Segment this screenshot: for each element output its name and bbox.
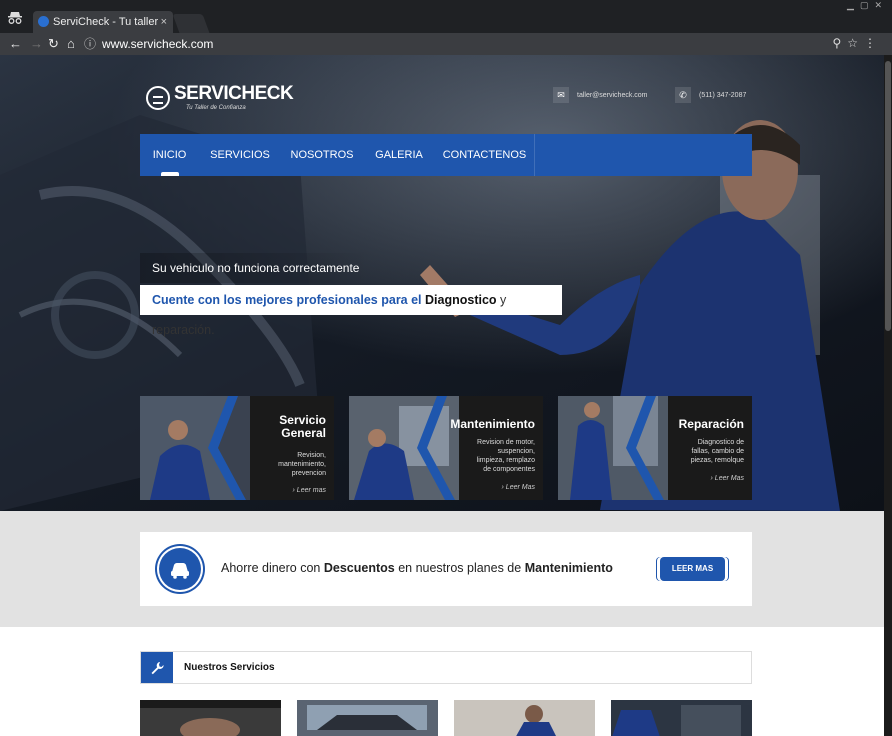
promo-text-b: Descuentos (323, 561, 395, 575)
reload-icon[interactable]: ↻ (48, 36, 59, 52)
card-description: Revision de motor, suspencion, limpieza, r… (477, 438, 535, 474)
url-text: www.servicheck.com (102, 37, 214, 51)
envelope-icon: ✉ (553, 87, 569, 103)
site-info-icon[interactable]: ⓘ (84, 37, 96, 51)
card-title: Servicio General (279, 414, 326, 440)
window-controls[interactable]: ▁▢✕ (847, 0, 888, 12)
back-icon[interactable]: ← (9, 36, 22, 52)
phone-icon: ✆ (675, 87, 691, 103)
hero-subheadline-b: Diagnostico (425, 293, 497, 307)
service-thumbnail[interactable] (611, 700, 752, 736)
page-scrollbar[interactable] (884, 55, 892, 736)
browser-tab[interactable]: ServiCheck - Tu taller × (33, 11, 173, 33)
nav-inicio[interactable]: INICIO (140, 134, 199, 176)
incognito-icon (6, 11, 24, 25)
favicon-icon (38, 16, 49, 27)
service-thumbnail[interactable] (454, 700, 595, 736)
bookmark-star-icon[interactable]: ☆ (847, 36, 864, 50)
browser-toolbar: ← → ↻ ⌂ ⓘ www.servicheck.com ⚲☆⋮ (0, 33, 892, 55)
promo-band: Ahorre dinero con Descuentos en nuestros… (0, 511, 884, 627)
contact-phone[interactable]: ✆ (511) 347-2087 (675, 87, 746, 104)
leer-mas-button[interactable]: LEER MAS (660, 557, 725, 581)
service-thumbnail[interactable] (140, 700, 281, 736)
card-description: Revision, mantenimiento, prevencion (278, 451, 326, 478)
promo-text-a: Ahorre dinero con (221, 561, 321, 575)
maximize-icon[interactable]: ▢ (860, 0, 875, 10)
tab-close-icon[interactable]: × (161, 11, 167, 33)
nav-active-indicator (161, 172, 179, 176)
contact-email[interactable]: ✉ taller@servicheck.com (553, 87, 648, 104)
steering-wheel-icon (146, 86, 170, 110)
desc-line: Diagnostico de (697, 439, 744, 446)
card-read-more-link[interactable]: › Leer mas (293, 487, 326, 494)
address-bar[interactable]: ⓘ www.servicheck.com (84, 35, 864, 53)
zoom-icon[interactable]: ⚲ (832, 36, 847, 50)
close-window-icon[interactable]: ✕ (874, 0, 888, 10)
desc-line: Revision de motor, (477, 439, 535, 446)
desc-line: fallas, cambio de (691, 448, 744, 455)
card-read-more-link[interactable]: › Leer Mas (711, 475, 744, 482)
nav-nosotros[interactable]: NOSOTROS (281, 134, 363, 176)
scrollbar-thumb[interactable] (885, 61, 891, 331)
logo-text: SERVICHECK (174, 83, 294, 104)
email-text: taller@servicheck.com (577, 91, 648, 99)
phone-text: (511) 347-2087 (699, 91, 747, 99)
car-icon (159, 548, 201, 590)
wrench-icon (141, 652, 173, 683)
services-header: Nuestros Servicios (140, 651, 752, 684)
page-viewport: SERVICHECK Tu Taller de Confianza ✉ talle… (0, 55, 892, 736)
desc-line: limpieza, remplazo (476, 457, 535, 464)
home-icon[interactable]: ⌂ (67, 36, 75, 52)
card-title-line1: Servicio (279, 413, 326, 427)
hero-section: SERVICHECK Tu Taller de Confianza ✉ talle… (0, 55, 884, 511)
services-section: Nuestros Servicios (0, 627, 884, 736)
service-thumbnail[interactable] (297, 700, 438, 736)
card-title: Reparación (678, 417, 744, 431)
tab-strip: ServiCheck - Tu taller × ▁▢✕ (0, 0, 892, 33)
nav-contactenos[interactable]: CONTACTENOS (435, 134, 535, 176)
desc-line: suspencion, (497, 448, 535, 455)
hero-headline: Su vehiculo no funciona correctamente (140, 253, 372, 283)
logo-tagline: Tu Taller de Confianza (186, 105, 246, 111)
minimize-icon[interactable]: ▁ (847, 0, 860, 10)
site-logo[interactable]: SERVICHECK Tu Taller de Confianza (146, 83, 294, 119)
browser-window: ServiCheck - Tu taller × ▁▢✕ ← → ↻ ⌂ ⓘ ww… (0, 0, 892, 736)
menu-kebab-icon[interactable]: ⋮ (864, 36, 882, 50)
promo-box: Ahorre dinero con Descuentos en nuestros… (140, 532, 752, 606)
desc-line: Revision, (297, 452, 326, 459)
hero-subheadline: Cuente con los mejores profesionales par… (140, 285, 562, 337)
desc-line: mantenimiento, (278, 461, 326, 468)
promo-text-d: Mantenimiento (524, 561, 613, 575)
card-reparacion[interactable]: Reparación Diagnostico de fallas, cambio … (558, 396, 752, 500)
card-mantenimiento[interactable]: Mantenimiento Revision de motor, suspenci… (349, 396, 543, 500)
card-description: Diagnostico de fallas, cambio de piezas, r… (691, 438, 744, 465)
toolbar-right: ⚲☆⋮ (832, 36, 882, 50)
desc-line: de componentes (483, 466, 535, 473)
tab-title: ServiCheck - Tu taller (53, 16, 159, 28)
forward-icon[interactable]: → (30, 36, 43, 52)
card-image (140, 396, 250, 500)
main-navigation: INICIO SERVICIOS NOSOTROS GALERIA CONTAC… (140, 134, 752, 176)
desc-line: prevencion (291, 470, 326, 477)
card-servicio-general[interactable]: Servicio General Revision, mantenimiento, p… (140, 396, 334, 500)
hero-subheadline-a: Cuente con los mejores profesionales par… (152, 293, 422, 307)
promo-text-c: en nuestros planes de (398, 561, 522, 575)
card-title-line2: General (281, 426, 326, 440)
nav-servicios[interactable]: SERVICIOS (199, 134, 281, 176)
new-tab-button[interactable] (172, 14, 210, 33)
desc-line: piezas, remolque (690, 457, 744, 464)
nav-galeria[interactable]: GALERIA (363, 134, 435, 176)
card-read-more-link[interactable]: › Leer Mas (502, 484, 535, 491)
services-title: Nuestros Servicios (184, 662, 275, 673)
promo-text: Ahorre dinero con Descuentos en nuestros… (221, 561, 613, 575)
card-title: Mantenimiento (450, 417, 535, 431)
